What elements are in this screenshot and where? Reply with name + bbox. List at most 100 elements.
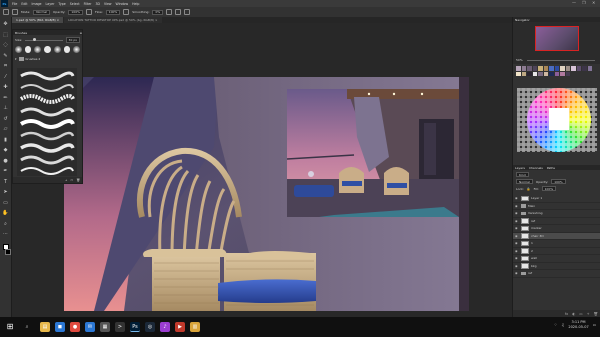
menu-select[interactable]: Select: [70, 2, 80, 6]
file-explorer-icon[interactable]: ▤: [40, 322, 50, 332]
layer-row[interactable]: ◉ Main: [513, 203, 600, 210]
delete-layer-icon[interactable]: 🗑: [594, 312, 598, 316]
brush-preset-icon[interactable]: [12, 9, 18, 15]
color-swatch[interactable]: [527, 66, 532, 71]
visibility-eye-icon[interactable]: ◉: [515, 219, 519, 223]
layer-row[interactable]: ◉ ref: [513, 218, 600, 225]
hand-tool-icon[interactable]: ✋: [2, 210, 9, 217]
menu-3d[interactable]: 3D: [95, 2, 99, 6]
layer-row[interactable]: ◉ 2: [513, 248, 600, 255]
menu-edit[interactable]: Edit: [21, 2, 27, 6]
brush-tool-icon[interactable]: [3, 9, 9, 15]
menu-image[interactable]: Image: [32, 2, 42, 6]
color-swatch[interactable]: [565, 71, 570, 76]
healing-tool-icon[interactable]: ✚: [2, 84, 9, 91]
visibility-eye-icon[interactable]: ◉: [515, 204, 519, 208]
navigator-zoom-value[interactable]: 50%: [516, 58, 523, 62]
angle-icon[interactable]: [175, 9, 182, 15]
fx-icon[interactable]: fx: [565, 312, 568, 316]
visibility-eye-icon[interactable]: ◉: [515, 271, 519, 275]
mail-icon[interactable]: ✉: [85, 322, 95, 332]
brush-tip[interactable]: [53, 46, 61, 53]
brush-tip[interactable]: [34, 46, 42, 53]
stamp-tool-icon[interactable]: ⊥: [2, 105, 9, 112]
layer-row[interactable]: ◉ 1: [513, 240, 600, 248]
color-swatch[interactable]: [554, 66, 559, 71]
color-swatch[interactable]: [565, 66, 570, 71]
layer-row[interactable]: ◉ Layer 1: [513, 195, 600, 203]
path-select-tool-icon[interactable]: ➤: [2, 189, 9, 196]
color-swatch[interactable]: [560, 66, 565, 71]
blend-mode-dropdown[interactable]: Normal: [516, 179, 533, 184]
brush-size-slider[interactable]: [25, 38, 63, 41]
layer-row[interactable]: ◉ marker: [513, 225, 600, 233]
lasso-tool-icon[interactable]: ◌: [2, 42, 9, 49]
eraser-tool-icon[interactable]: ▱: [2, 126, 9, 133]
visibility-eye-icon[interactable]: ◉: [515, 226, 519, 230]
visibility-eye-icon[interactable]: ◉: [515, 256, 519, 260]
opacity-field[interactable]: 100%: [68, 9, 83, 15]
color-swatch[interactable]: [538, 66, 543, 71]
color-swatch[interactable]: [549, 66, 554, 71]
mode-dropdown[interactable]: Normal: [33, 9, 51, 15]
brush-tip[interactable]: [15, 46, 22, 53]
type-tool-icon[interactable]: T: [2, 179, 9, 186]
color-swatch[interactable]: [516, 71, 521, 76]
new-layer-icon[interactable]: +: [587, 312, 590, 316]
zoom-tool-icon[interactable]: ⌕: [2, 221, 9, 228]
close-button[interactable]: ✕: [592, 0, 595, 5]
eyedropper-tool-icon[interactable]: ⁄: [2, 74, 9, 81]
color-swatch[interactable]: [543, 71, 548, 76]
color-swatch[interactable]: [587, 66, 592, 71]
music-icon[interactable]: ♪: [160, 322, 170, 332]
brush-tip[interactable]: [44, 46, 51, 53]
menu-filter[interactable]: Filter: [84, 2, 92, 6]
pen-tool-icon[interactable]: ✒: [2, 168, 9, 175]
layer-row[interactable]: ◉ ref: [513, 270, 600, 278]
color-swatch[interactable]: [538, 71, 543, 76]
store-icon[interactable]: ◼: [55, 322, 65, 332]
color-swatch[interactable]: [532, 71, 537, 76]
visibility-eye-icon[interactable]: ◉: [515, 211, 519, 215]
color-swatch[interactable]: [549, 71, 554, 76]
brush-tool-icon[interactable]: ✏: [2, 95, 9, 102]
new-group-icon[interactable]: ▭: [579, 312, 582, 316]
terminal-icon[interactable]: >: [115, 322, 125, 332]
visibility-eye-icon[interactable]: ◉: [515, 196, 519, 200]
layer-row[interactable]: ◉ bkg: [513, 263, 600, 270]
tab-paths[interactable]: Paths: [547, 166, 555, 170]
color-swatch[interactable]: [560, 71, 565, 76]
menu-view[interactable]: View: [104, 2, 112, 6]
flow-field[interactable]: 100%: [105, 9, 121, 15]
brush-size-slider-knob[interactable]: [32, 38, 36, 41]
lock-icon[interactable]: 🔒: [527, 187, 531, 191]
video-icon[interactable]: ▶: [175, 322, 185, 332]
new-brush-icon[interactable]: +: [65, 178, 68, 182]
navigator-thumbnail[interactable]: [535, 26, 579, 51]
smoothing-field[interactable]: 0%: [152, 9, 164, 15]
tab-layers[interactable]: Layers: [515, 166, 525, 170]
color-swatch[interactable]: [521, 71, 526, 76]
history-brush-icon[interactable]: ↺: [2, 116, 9, 123]
maximize-button[interactable]: ❐: [582, 0, 586, 5]
pressure-opacity-icon[interactable]: [85, 9, 92, 15]
settings-gear-icon[interactable]: [166, 9, 173, 15]
layer-row[interactable]: ◉ Vanishing: [513, 210, 600, 218]
symmetry-icon[interactable]: [184, 9, 191, 15]
navigator-zoom-slider[interactable]: [527, 59, 595, 61]
photoshop-icon[interactable]: Ps: [130, 322, 140, 332]
crop-tool-icon[interactable]: ⌗: [2, 63, 9, 70]
layer-opacity-field[interactable]: 100%: [551, 179, 566, 184]
menu-layer[interactable]: Layer: [46, 2, 55, 6]
visibility-eye-icon[interactable]: ◉: [515, 264, 519, 268]
color-swatch[interactable]: [554, 71, 559, 76]
background-color-swatch[interactable]: [4, 249, 11, 255]
color-swatch[interactable]: [571, 66, 576, 71]
color-swatch[interactable]: [516, 66, 521, 71]
color-swatch[interactable]: [521, 66, 526, 71]
shape-tool-icon[interactable]: ▭: [2, 200, 9, 207]
panel-menu-icon[interactable]: ≡: [79, 31, 82, 35]
brush-tip[interactable]: [73, 46, 81, 53]
menu-help[interactable]: Help: [132, 2, 139, 6]
chrome-icon[interactable]: ●: [70, 322, 80, 332]
